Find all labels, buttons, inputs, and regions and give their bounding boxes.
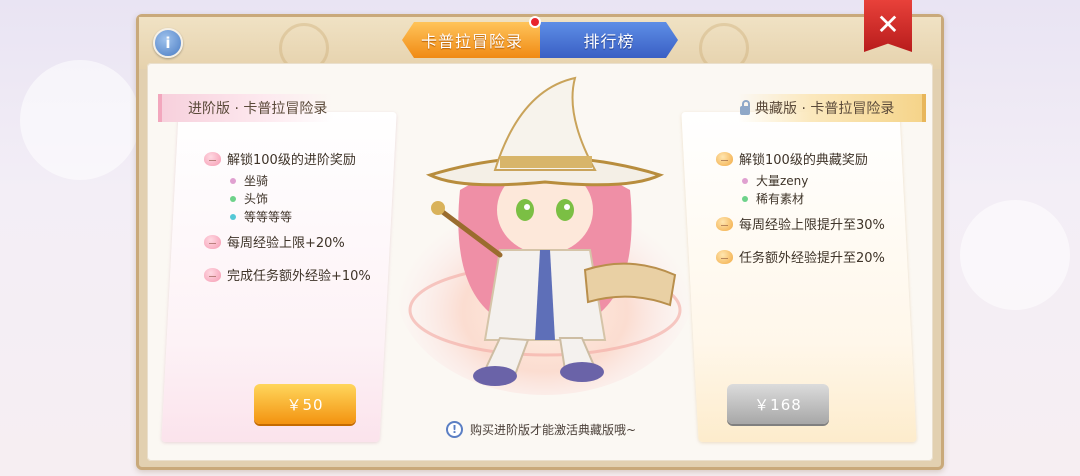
benefit-text: 每周经验上限+20%	[227, 236, 345, 251]
advanced-reward: 坐骑	[230, 172, 268, 189]
collector-reward: 稀有素材	[742, 190, 804, 207]
info-button[interactable]: i	[153, 28, 183, 58]
benefit-text: 完成任务额外经验+10%	[227, 269, 371, 284]
info-icon: i	[165, 34, 171, 52]
lock-icon	[740, 99, 750, 115]
benefit-text: 每周经验上限提升至30%	[739, 218, 885, 233]
exclamation-icon: !	[446, 421, 463, 438]
price-label: ￥50	[286, 395, 324, 414]
witch-character-illustration	[395, 76, 695, 395]
reward-text: 头饰	[244, 192, 269, 206]
reward-text: 坐骑	[244, 174, 269, 188]
poring-icon	[716, 151, 733, 166]
advanced-title-ribbon: 进阶版 · 卡普拉冒险录	[158, 94, 333, 122]
tab-label: 排行榜	[583, 32, 635, 51]
eye-right	[556, 199, 574, 221]
benefit-text: 解锁100级的进阶奖励	[227, 153, 356, 168]
bullet-dot	[230, 195, 236, 202]
benefit-text: 解锁100级的典藏奖励	[739, 153, 868, 168]
benefit-text: 任务额外经验提升至20%	[739, 251, 885, 266]
poring-icon	[204, 267, 221, 282]
tab-label: 卡普拉冒险录	[420, 32, 523, 51]
collector-benefit: 解锁100级的典藏奖励	[716, 149, 868, 168]
advanced-title: 进阶版 · 卡普拉冒险录	[188, 101, 328, 117]
staff-orb	[431, 201, 445, 215]
boot-left	[473, 366, 517, 386]
poring-icon	[716, 216, 733, 231]
advanced-benefit: 完成任务额外经验+10%	[204, 265, 371, 284]
boot-right	[560, 362, 604, 382]
advanced-benefit: 每周经验上限+20%	[204, 232, 345, 251]
poring-icon	[204, 151, 221, 166]
advanced-reward: 等等等等	[230, 208, 292, 225]
background-glow	[960, 200, 1070, 310]
collector-reward: 大量zeny	[742, 172, 808, 189]
reward-text: 等等等等	[244, 210, 293, 224]
notice-text: 购买进阶版才能激活典藏版哦~	[470, 423, 637, 437]
poring-icon	[716, 249, 733, 264]
activation-notice: ! 购买进阶版才能激活典藏版哦~	[446, 421, 636, 438]
poring-icon	[204, 234, 221, 249]
eye-left	[516, 199, 534, 221]
hat-band	[500, 156, 592, 168]
reward-text: 大量zeny	[756, 174, 809, 188]
bullet-dot	[230, 177, 236, 184]
background-glow	[20, 60, 140, 180]
advanced-reward: 头饰	[230, 190, 268, 207]
notification-badge	[529, 16, 541, 28]
buy-collector-button[interactable]: ￥168	[727, 384, 829, 424]
tab-kafra-adventure[interactable]: 卡普拉冒险录	[402, 22, 542, 58]
collector-benefit: 每周经验上限提升至30%	[716, 214, 885, 233]
close-icon: ✕	[876, 8, 900, 41]
price-label: ￥168	[754, 395, 802, 414]
buy-advanced-button[interactable]: ￥50	[254, 384, 356, 424]
advanced-benefit: 解锁100级的进阶奖励	[204, 149, 356, 168]
collector-title: 典藏版 · 卡普拉冒险录	[755, 101, 895, 117]
bullet-dot	[742, 195, 748, 202]
reward-text: 稀有素材	[756, 192, 805, 206]
collector-title-ribbon: 典藏版 · 卡普拉冒险录	[738, 94, 926, 122]
bullet-dot	[230, 213, 236, 220]
bullet-dot	[742, 177, 748, 184]
tab-leaderboard[interactable]: 排行榜	[540, 22, 678, 58]
collector-benefit: 任务额外经验提升至20%	[716, 247, 885, 266]
